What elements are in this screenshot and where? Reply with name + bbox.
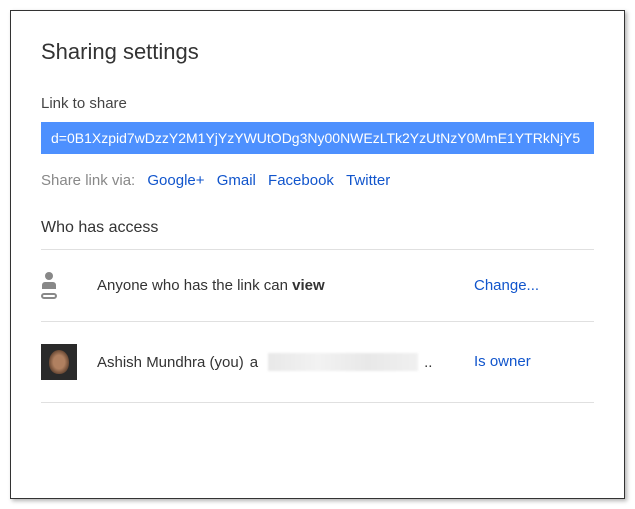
avatar	[41, 344, 77, 380]
access-row-text: Ashish Mundhra (you) a ..	[97, 353, 474, 371]
owner-email-prefix: a	[250, 354, 258, 371]
sharing-settings-dialog: Sharing settings Link to share Share lin…	[10, 10, 625, 499]
owner-role: Is owner	[474, 353, 531, 370]
share-via-label: Share link via:	[41, 172, 135, 189]
access-text-prefix: Anyone who has the link can	[97, 277, 292, 294]
share-via-twitter[interactable]: Twitter	[346, 172, 390, 189]
share-via-row: Share link via: Google+ Gmail Facebook T…	[41, 172, 594, 189]
share-via-gmail[interactable]: Gmail	[217, 172, 256, 189]
access-row-text: Anyone who has the link can view	[97, 277, 474, 294]
share-link-input[interactable]	[41, 122, 594, 154]
access-row-owner: Ashish Mundhra (you) a .. Is owner	[41, 322, 594, 403]
change-link[interactable]: Change...	[474, 277, 539, 294]
icon-col	[41, 344, 97, 380]
link-to-share-label: Link to share	[41, 95, 594, 112]
icon-col	[41, 272, 97, 299]
redacted-email	[268, 353, 418, 371]
share-via-googleplus[interactable]: Google+	[147, 172, 204, 189]
dialog-title: Sharing settings	[41, 39, 594, 65]
share-via-facebook[interactable]: Facebook	[268, 172, 334, 189]
owner-name: Ashish Mundhra (you)	[97, 354, 244, 371]
owner-email-suffix: ..	[424, 354, 432, 371]
access-text-bold: view	[292, 277, 325, 294]
link-person-icon	[41, 272, 57, 299]
who-has-access-label: Who has access	[41, 219, 594, 237]
access-row-link: Anyone who has the link can view Change.…	[41, 250, 594, 322]
